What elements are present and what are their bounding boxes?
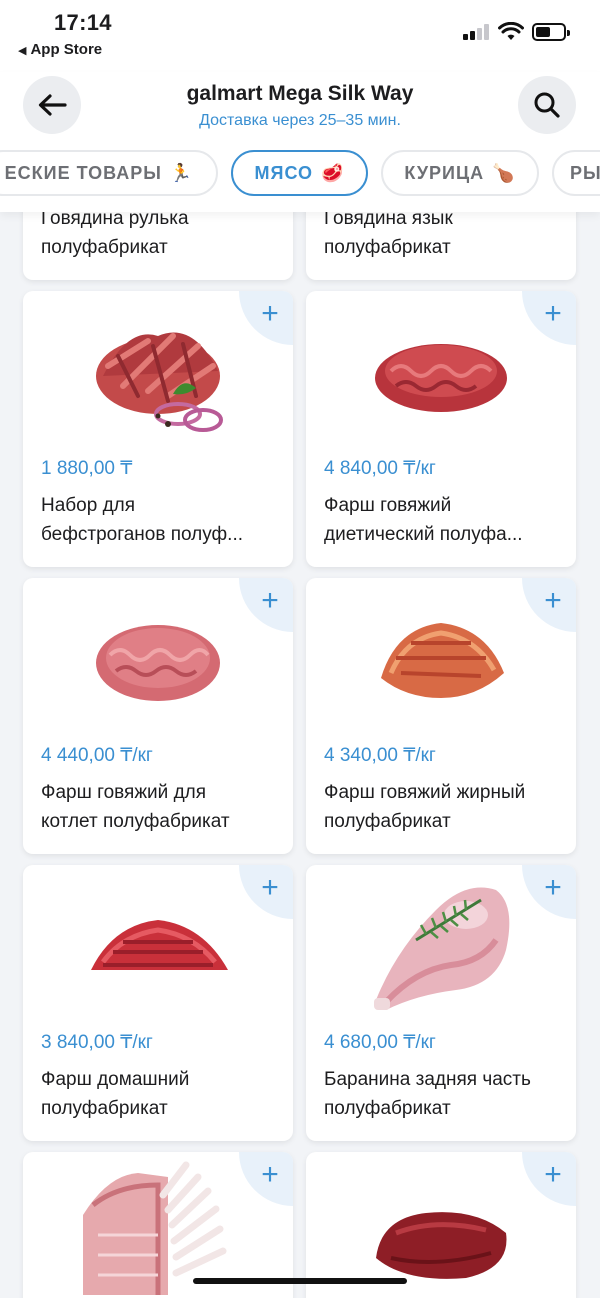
product-card[interactable]: + 4 680,00 ₸/кг Баранина задняя часть по… — [306, 865, 576, 1141]
status-bar: 17:14 ◀ App Store — [0, 0, 600, 72]
plus-icon: + — [261, 584, 279, 617]
plus-icon: + — [261, 297, 279, 330]
category-tabs: ЕСКИЕ ТОВАРЫ 🏃 МЯСО 🥩 КУРИЦА 🍗 РЫ — [0, 150, 600, 198]
plus-icon: + — [544, 584, 562, 617]
plus-icon: + — [261, 1158, 279, 1191]
runner-icon: 🏃 — [169, 162, 194, 183]
category-chip-fish[interactable]: РЫ — [552, 150, 600, 196]
plus-icon: + — [544, 871, 562, 904]
wifi-icon — [498, 22, 524, 40]
product-card[interactable]: + — [23, 1152, 293, 1298]
product-price: 4 340,00 ₸/кг — [324, 745, 436, 766]
back-app-label: App Store — [30, 41, 103, 58]
category-label: РЫ — [570, 162, 600, 183]
product-card[interactable]: + — [306, 1152, 576, 1298]
product-name: Фарш говяжий диетический полуфа... — [324, 495, 523, 545]
product-price: 4 680,00 ₸/кг — [324, 1032, 436, 1053]
delivery-time: Доставка через 25–35 мин. — [199, 112, 401, 129]
product-name: Фарш говяжий для котлет полуфабрикат — [41, 782, 230, 832]
store-header: galmart Mega Silk Way Доставка через 25–… — [0, 72, 600, 212]
home-indicator — [193, 1278, 407, 1284]
category-label: КУРИЦА — [404, 162, 485, 183]
product-price: 1 880,00 ₸ — [41, 458, 133, 479]
category-chip-chicken[interactable]: КУРИЦА 🍗 — [381, 150, 539, 196]
product-price: 4 840,00 ₸/кг — [324, 458, 436, 479]
product-price: 4 440,00 ₸/кг — [41, 745, 153, 766]
back-triangle-icon: ◀ — [18, 45, 27, 57]
drumstick-icon: 🍗 — [492, 162, 516, 183]
category-chip-meat[interactable]: МЯСО 🥩 — [231, 150, 368, 196]
back-to-app-store[interactable]: ◀ App Store — [18, 41, 102, 58]
screen: 17:14 ◀ App Store galmart Mega Silk Way Д… — [0, 0, 600, 1298]
store-title: galmart Mega Silk Way — [186, 82, 414, 105]
meat-icon: 🥩 — [321, 162, 345, 183]
product-price: 3 840,00 ₸/кг — [41, 1032, 153, 1053]
product-name: Говядина рулька полуфабрикат — [41, 208, 189, 258]
product-name: Набор для бефстроганов полуф... — [41, 495, 243, 545]
product-card[interactable]: + 1 880,00 ₸ Набор для бефстроганов полу… — [23, 291, 293, 567]
search-button[interactable] — [518, 76, 576, 134]
battery-icon — [532, 23, 570, 41]
category-label: МЯСО — [254, 162, 314, 183]
product-card[interactable]: + 4 440,00 ₸/кг Фарш говяжий для котлет … — [23, 578, 293, 854]
status-time: 17:14 — [54, 10, 112, 35]
plus-icon: + — [261, 871, 279, 904]
product-name: Баранина задняя часть полуфабрикат — [324, 1069, 531, 1119]
product-card[interactable]: + 4 340,00 ₸/кг Фарш говяжий жирный полу… — [306, 578, 576, 854]
plus-icon: + — [544, 1158, 562, 1191]
signal-icon — [463, 24, 489, 40]
plus-icon: + — [544, 297, 562, 330]
product-name: Фарш говяжий жирный полуфабрикат — [324, 782, 526, 832]
product-name: Говядина язык полуфабрикат — [324, 208, 453, 258]
product-name: Фарш домашний полуфабрикат — [41, 1069, 190, 1119]
search-icon — [534, 92, 560, 118]
product-card[interactable]: + 3 840,00 ₸/кг Фарш домашний полуфабрик… — [23, 865, 293, 1141]
category-label: ЕСКИЕ ТОВАРЫ — [4, 162, 162, 183]
category-chip[interactable]: ЕСКИЕ ТОВАРЫ 🏃 — [0, 150, 218, 196]
product-card[interactable]: + 4 840,00 ₸/кг Фарш говяжий диетический… — [306, 291, 576, 567]
